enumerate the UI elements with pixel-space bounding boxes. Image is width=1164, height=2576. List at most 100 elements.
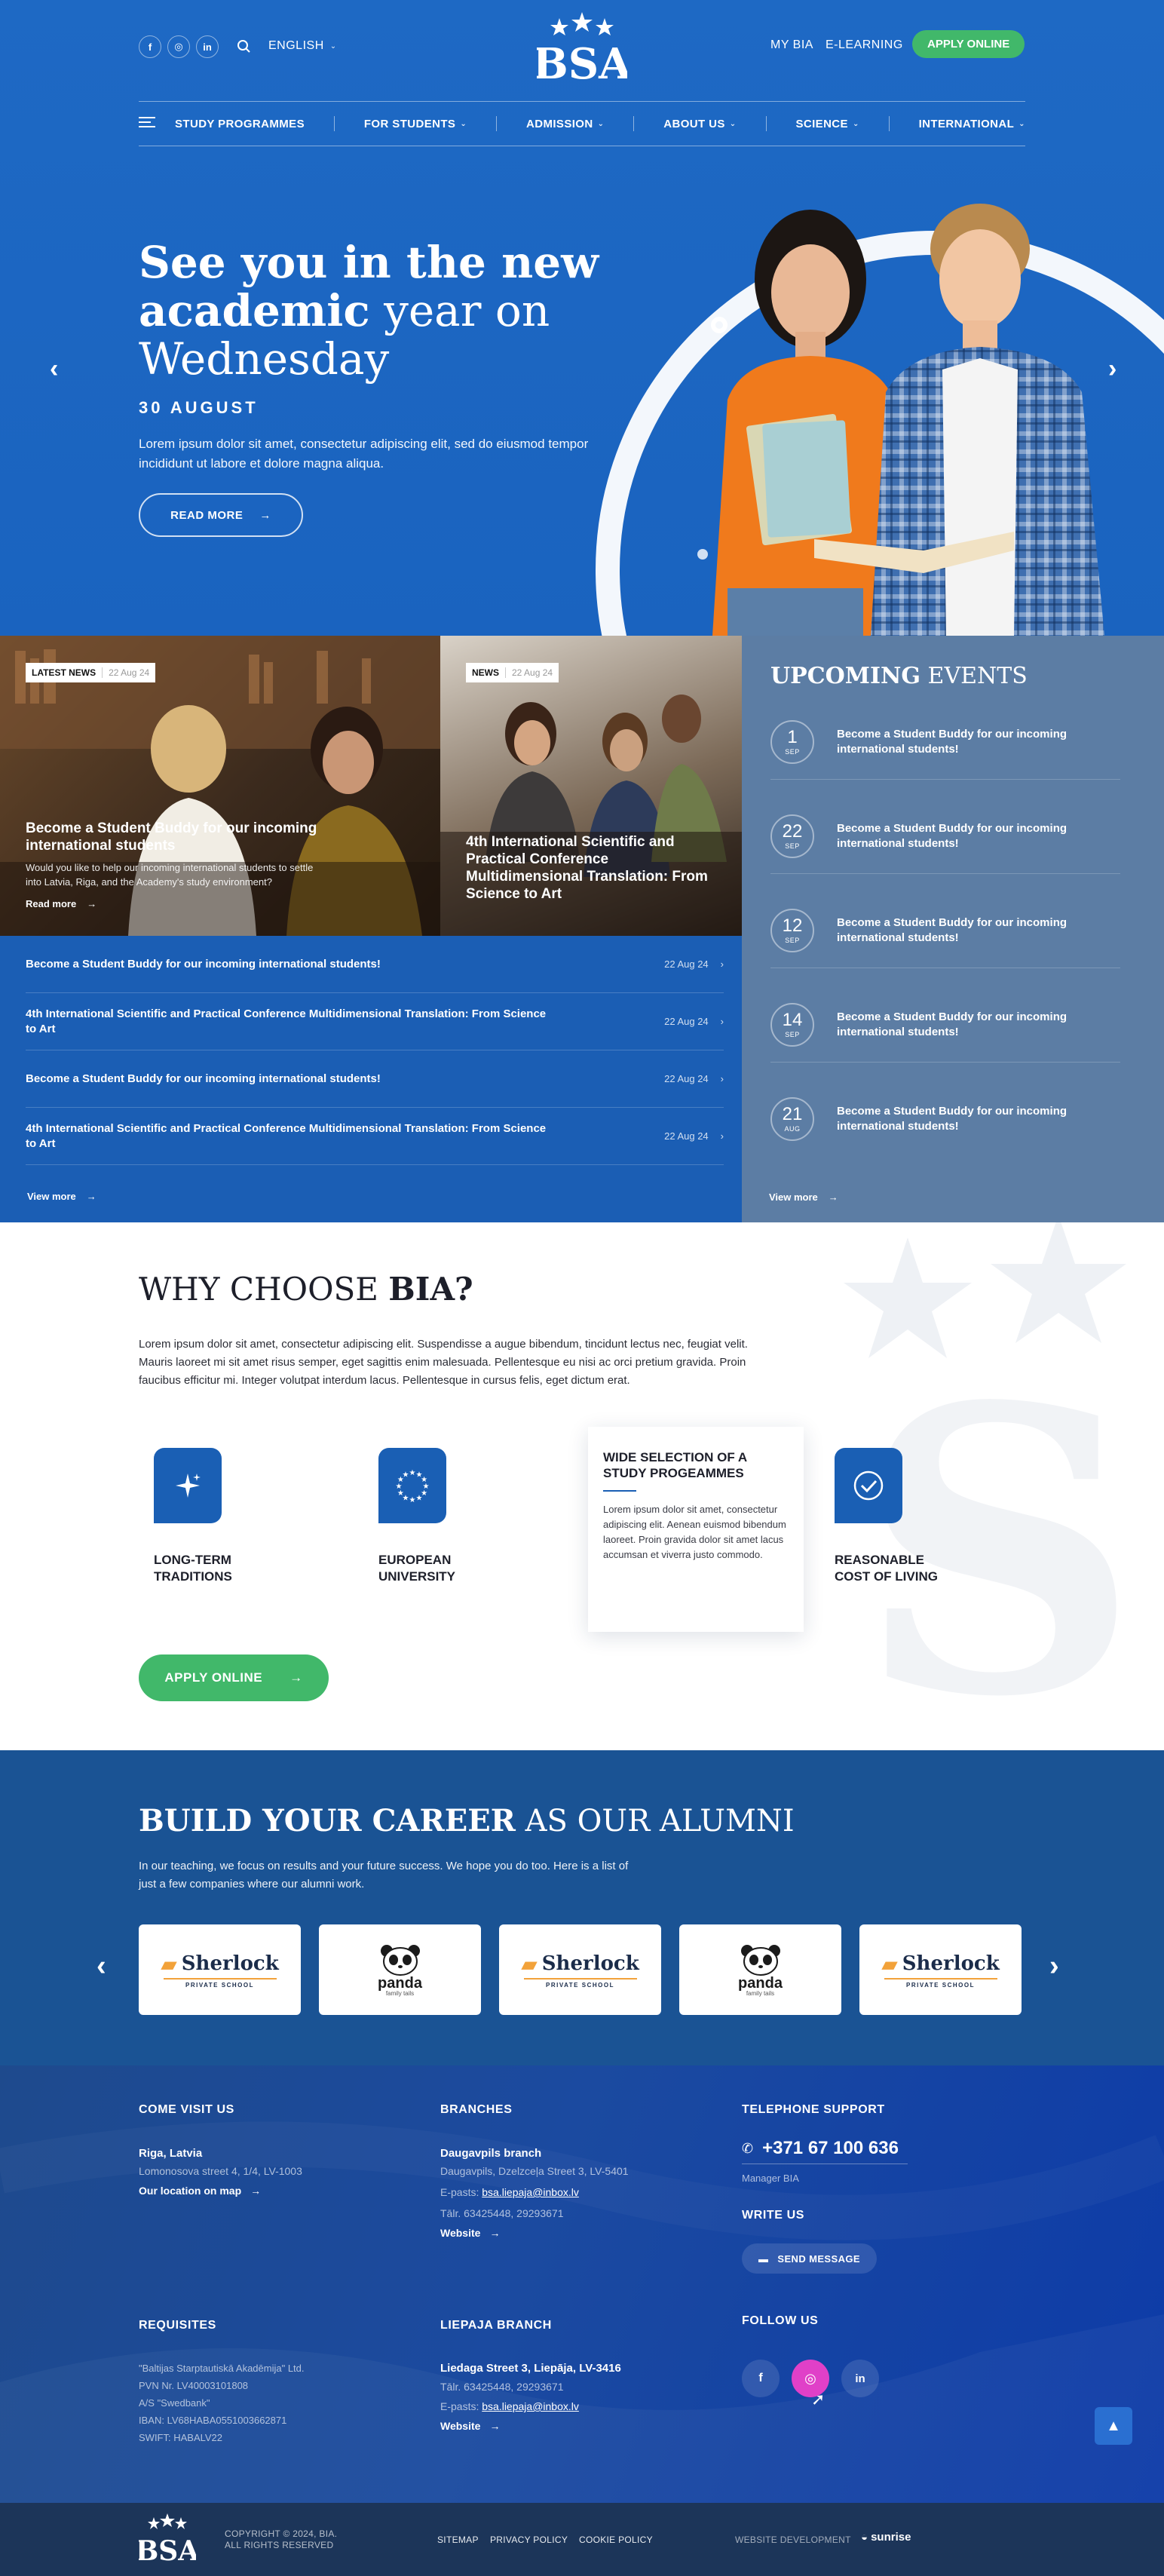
location-map-link[interactable]: Our location on map → xyxy=(139,2185,261,2197)
menu-divider xyxy=(633,116,635,131)
event-title: Become a Student Buddy for our incoming … xyxy=(837,1105,1068,1133)
career-title-light: AS OUR ALUMNI xyxy=(515,1804,795,1838)
chevron-right-icon: › xyxy=(720,1072,724,1084)
why-title: WHY CHOOSE BIA? xyxy=(139,1271,473,1308)
mouse-cursor-icon: ➚ xyxy=(811,2390,826,2409)
liepaja-email-link[interactable]: bsa.liepaja@inbox.lv xyxy=(482,2400,579,2412)
hero-title-light: year on xyxy=(369,285,550,336)
feature-card-study-programmes[interactable]: WIDE SELECTION OF A STUDY PROGEAMMES Lor… xyxy=(588,1427,804,1632)
view-more-label: View more xyxy=(769,1191,818,1203)
footer-branch-phone: Tālr. 63425448, 29293671 xyxy=(440,2207,564,2219)
menu-label: SCIENCE xyxy=(795,117,848,130)
map-link-label: Our location on map xyxy=(139,2185,242,2197)
arrow-right-icon: → xyxy=(289,1670,303,1685)
facebook-icon[interactable]: f xyxy=(742,2360,780,2397)
company-logo-card[interactable]: panda family tails xyxy=(679,1924,841,2015)
slider-next-arrow[interactable]: › xyxy=(1108,354,1117,384)
event-item[interactable]: 1 SEP Become a Student Buddy for our incom… xyxy=(770,720,1120,780)
company-logo-card[interactable]: ▰ Sherlock PRIVATE SCHOOL xyxy=(859,1924,1022,2015)
news-card-conference[interactable]: NEWS 22 Aug 24 4th International Scientif… xyxy=(440,636,742,936)
news-list-item[interactable]: Become a Student Buddy for our incoming … xyxy=(26,1050,724,1108)
scroll-to-top-button[interactable]: ▲ xyxy=(1095,2407,1132,2445)
developer-logo[interactable]: ◒ sunrise xyxy=(861,2531,911,2544)
chevron-right-icon: › xyxy=(720,1015,724,1027)
phone-number-link[interactable]: ✆ +371 67 100 636 xyxy=(742,2138,908,2164)
book-icon: ▰ xyxy=(881,1952,898,1976)
footer-branch-name: Daugavpils branch xyxy=(440,2147,542,2160)
news-list-item[interactable]: 4th International Scientific and Practic… xyxy=(26,993,724,1050)
news-card-latest[interactable]: LATEST NEWS 22 Aug 24 Become a Student Bu… xyxy=(0,636,440,936)
news-item-title: 4th International Scientific and Practic… xyxy=(26,1121,547,1150)
facebook-icon[interactable]: f xyxy=(139,35,161,58)
slider-prev-arrow[interactable]: ‹ xyxy=(50,354,58,384)
event-item[interactable]: 21 AUG Become a Student Buddy for our inco… xyxy=(770,1097,1120,1156)
career-title-bold: BUILD YOUR CAREER xyxy=(139,1803,516,1838)
my-bia-link[interactable]: MY BIA xyxy=(770,38,813,52)
footer-liepaja-address: Liedaga Street 3, Liepāja, LV-3416 xyxy=(440,2362,621,2375)
read-more-button[interactable]: READ MORE → xyxy=(139,493,303,537)
carousel-prev-arrow[interactable]: ‹ xyxy=(96,1950,106,1983)
footer-logo[interactable]: BSA xyxy=(136,2513,200,2567)
linkedin-icon[interactable]: in xyxy=(841,2360,879,2397)
menu-item-about-us[interactable]: ABOUT US ⌄ xyxy=(663,118,736,130)
news-list-item[interactable]: Become a Student Buddy for our incoming … xyxy=(26,936,724,993)
branch-email-link[interactable]: bsa.liepaja@inbox.lv xyxy=(482,2186,579,2198)
send-message-button[interactable]: ▬ SEND MESSAGE xyxy=(742,2243,877,2274)
footer-phone-heading: TELEPHONE SUPPORT xyxy=(742,2103,885,2116)
feature-label: EUROPEAN UNIVERSITY xyxy=(378,1553,456,1584)
read-more-label: Read more xyxy=(26,898,77,909)
sherlock-logo: ▰ Sherlock xyxy=(881,1952,1000,1976)
apply-online-button-large[interactable]: APPLY ONLINE → xyxy=(139,1654,329,1701)
chevron-down-icon: ⌄ xyxy=(329,41,337,51)
instagram-icon[interactable]: ◎ xyxy=(167,35,190,58)
event-item[interactable]: 14 SEP Become a Student Buddy for our inco… xyxy=(770,1003,1120,1063)
menu-item-study-programmes[interactable]: STUDY PROGRAMMES xyxy=(139,116,305,131)
footer-phone-manager: Manager BIA xyxy=(742,2173,799,2184)
menu-item-international[interactable]: INTERNATIONAL ⌄ xyxy=(919,118,1025,130)
hero-title-bold: See you in the new xyxy=(139,237,599,288)
company-name: panda xyxy=(378,1974,422,1992)
linkedin-icon[interactable]: in xyxy=(196,35,219,58)
events-title-light: EVENTS xyxy=(920,663,1028,689)
company-logo-card[interactable]: ▰ Sherlock PRIVATE SCHOOL xyxy=(139,1924,301,2015)
search-icon[interactable] xyxy=(237,39,252,54)
news-card-text: Would you like to help our incoming inte… xyxy=(26,862,314,888)
news-list-item[interactable]: 4th International Scientific and Practic… xyxy=(26,1108,724,1165)
footer-follow-heading: FOLLOW US xyxy=(742,2314,819,2327)
feature-long-term-traditions: LONG-TERM TRADITIONS xyxy=(154,1448,232,1585)
company-underline xyxy=(884,1977,997,1980)
footer-write-heading: WRITE US xyxy=(742,2209,805,2222)
menu-label: ADMISSION xyxy=(525,117,593,130)
event-item[interactable]: 12 SEP Become a Student Buddy for our inco… xyxy=(770,909,1120,968)
arrow-right-icon: → xyxy=(86,1191,96,1202)
events-title: UPCOMING EVENTS xyxy=(770,663,1028,689)
company-logo-card[interactable]: panda family tails xyxy=(319,1924,481,2015)
menu-item-admission[interactable]: ADMISSION ⌄ xyxy=(526,118,604,130)
book-icon: ▰ xyxy=(521,1952,538,1976)
e-learning-link[interactable]: E-LEARNING xyxy=(826,38,903,52)
chevron-down-icon: ⌄ xyxy=(1018,119,1025,128)
carousel-next-arrow[interactable]: › xyxy=(1049,1950,1059,1983)
news-view-more-link[interactable]: View more → xyxy=(27,1191,96,1202)
cookie-policy-link[interactable]: COOKIE POLICY xyxy=(579,2535,653,2545)
branch-website-link[interactable]: Website → xyxy=(440,2227,500,2239)
news-card-title: Become a Student Buddy for our incoming … xyxy=(26,820,317,854)
liepaja-website-link[interactable]: Website → xyxy=(440,2420,500,2432)
eu-star: ★ xyxy=(421,1476,427,1484)
eu-star: ★ xyxy=(416,1495,423,1503)
website-development-label: WEBSITE DEVELOPMENT xyxy=(735,2535,851,2545)
site-logo[interactable]: BSA xyxy=(532,11,633,89)
language-selector[interactable]: ENGLISH ⌄ xyxy=(268,39,337,53)
menu-item-for-students[interactable]: FOR STUDENTS ⌄ xyxy=(364,118,467,130)
company-logo-card[interactable]: ▰ Sherlock PRIVATE SCHOOL xyxy=(499,1924,661,2015)
apply-online-button[interactable]: APPLY ONLINE xyxy=(912,30,1025,58)
menu-item-science[interactable]: SCIENCE ⌄ xyxy=(795,118,859,130)
footer-branch-email: E-pasts: bsa.liepaja@inbox.lv xyxy=(440,2186,579,2198)
read-more-link[interactable]: Read more → xyxy=(26,898,96,909)
event-item[interactable]: 22 SEP Become a Student Buddy for our inco… xyxy=(770,814,1120,874)
privacy-policy-link[interactable]: PRIVACY POLICY xyxy=(490,2535,568,2545)
sitemap-link[interactable]: SITEMAP xyxy=(437,2535,479,2545)
sunrise-logo-icon: ◒ xyxy=(861,2531,868,2544)
career-text: In our teaching, we focus on results and… xyxy=(139,1860,629,1891)
events-view-more-link[interactable]: View more → xyxy=(769,1191,838,1203)
